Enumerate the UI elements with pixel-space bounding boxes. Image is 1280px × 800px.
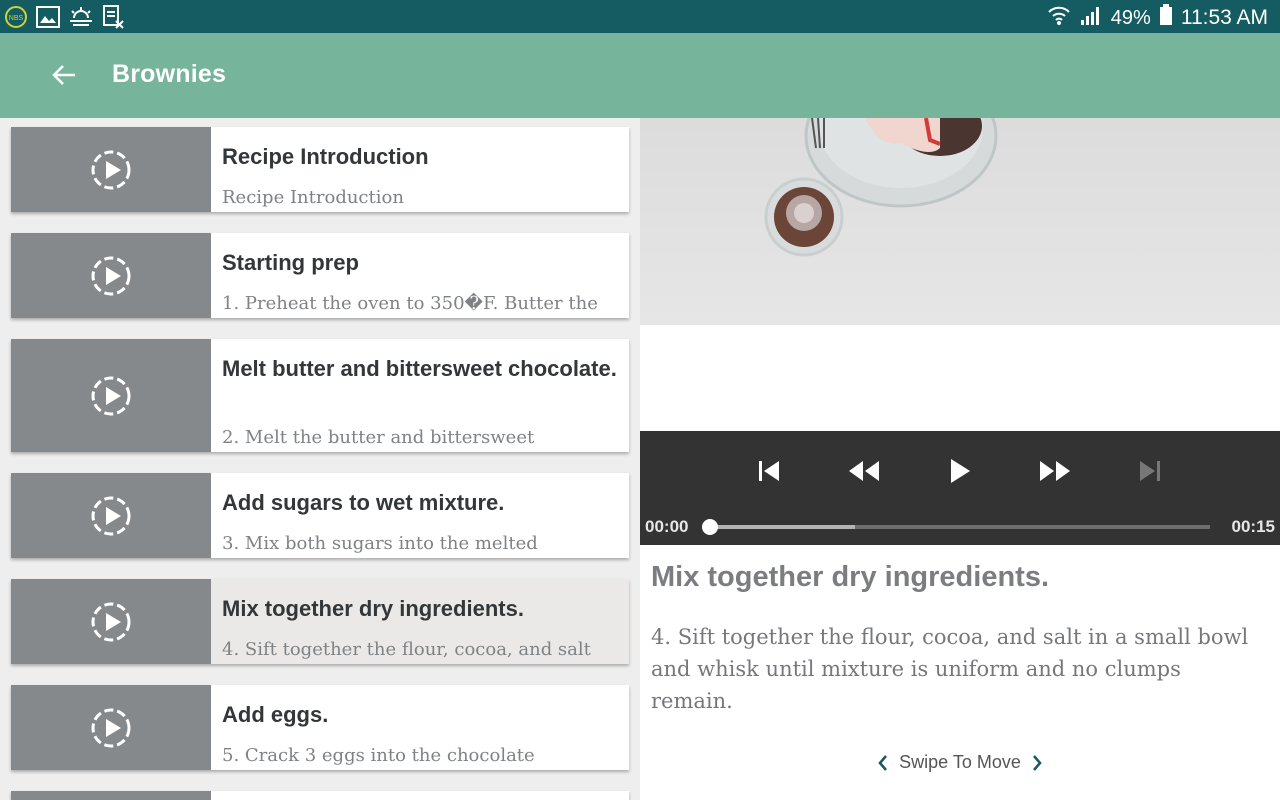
step-thumbnail (11, 339, 211, 452)
step-card[interactable]: Melt butter and bittersweet chocolate. 2… (11, 339, 629, 452)
step-title: Add eggs. (222, 702, 329, 727)
play-circle-icon (91, 602, 131, 641)
media-controller: 00:00 00:15 (640, 431, 1280, 545)
next-step-button[interactable] (1031, 754, 1043, 772)
step-description: 1. Preheat the oven to 350�F. Butter the (222, 293, 598, 314)
play-circle-icon (91, 256, 131, 295)
step-card[interactable]: Add sugars to wet mixture. 3. Mix both s… (11, 473, 629, 558)
skip-previous-button[interactable] (747, 453, 791, 489)
step-detail-pane: 00:00 00:15 Mix together dry ingredients… (640, 118, 1280, 800)
skip-next-icon (1140, 461, 1160, 481)
step-description: 4. Sift together the flour, cocoa, and s… (222, 639, 591, 660)
step-detail-title: Mix together dry ingredients. (651, 561, 1049, 593)
step-title: Add sugars to wet mixture. (222, 490, 505, 515)
swipe-label: Swipe To Move (899, 752, 1021, 772)
step-thumbnail (11, 473, 211, 558)
battery-percent: 49% (1110, 6, 1151, 29)
step-title: Starting prep (222, 250, 359, 275)
video-still-image (764, 118, 998, 257)
step-thumbnail (11, 579, 211, 664)
seek-bar[interactable] (702, 519, 1210, 535)
play-button[interactable] (938, 453, 982, 489)
play-circle-icon (91, 150, 131, 189)
skip-next-button[interactable] (1128, 453, 1172, 489)
step-title: Melt butter and bittersweet chocolate. (222, 356, 617, 381)
weather-icon (68, 6, 94, 32)
battery-icon (1159, 4, 1173, 32)
file-icon (102, 5, 124, 33)
duration: 00:15 (1231, 517, 1275, 536)
step-description: 2. Melt the butter and bittersweet (222, 427, 535, 448)
seek-buffered (710, 525, 855, 529)
page-title: Brownies (112, 60, 227, 88)
previous-step-button[interactable] (877, 754, 889, 772)
system-indicators: 49% 11:53 AM (1047, 4, 1268, 32)
skip-previous-icon (759, 461, 779, 481)
step-title: Mix together dry ingredients. (222, 596, 524, 621)
step-description: 5. Crack 3 eggs into the chocolate (222, 745, 535, 766)
signal-icon (1079, 4, 1103, 32)
rewind-button[interactable] (842, 453, 886, 489)
step-detail-description: 4. Sift together the flour, cocoa, and s… (651, 625, 1249, 713)
status-bar: NBS 49% 11:53 AM (0, 0, 1280, 33)
fast-forward-icon (1040, 461, 1070, 481)
svg-text:NBS: NBS (9, 15, 24, 22)
wifi-icon (1047, 4, 1071, 32)
chevron-left-icon (878, 754, 888, 771)
step-thumbnail (11, 685, 211, 770)
step-card[interactable] (11, 791, 629, 800)
play-circle-icon (91, 376, 131, 415)
step-card-selected[interactable]: Mix together dry ingredients. 4. Sift to… (11, 579, 629, 664)
step-card[interactable]: Starting prep 1. Preheat the oven to 350… (11, 233, 629, 318)
play-circle-icon (91, 496, 131, 535)
current-time: 00:00 (645, 517, 689, 536)
play-icon (951, 459, 970, 483)
step-description: 3. Mix both sugars into the melted (222, 533, 538, 554)
video-frame[interactable] (640, 118, 1280, 325)
step-card[interactable]: Add eggs. 5. Crack 3 eggs into the choco… (11, 685, 629, 770)
back-button[interactable] (46, 57, 82, 93)
notification-icons: NBS (4, 5, 124, 33)
seek-thumb[interactable] (702, 519, 718, 535)
play-circle-icon (91, 708, 131, 747)
clock: 11:53 AM (1180, 6, 1268, 29)
swipe-navigation: Swipe To Move (640, 752, 1280, 773)
step-title: Recipe Introduction (222, 144, 429, 169)
rewind-icon (849, 461, 879, 481)
app-bar: Brownies (0, 33, 1280, 118)
fast-forward-button[interactable] (1033, 453, 1077, 489)
step-thumbnail (11, 233, 211, 318)
step-thumbnail (11, 791, 211, 800)
gallery-icon (36, 6, 60, 32)
nbs-app-icon: NBS (4, 5, 28, 33)
step-card[interactable]: Recipe Introduction Recipe Introduction (11, 127, 629, 212)
step-description: Recipe Introduction (222, 187, 404, 208)
chevron-right-icon (1032, 754, 1042, 771)
arrow-back-icon (52, 65, 75, 85)
steps-list[interactable]: Recipe Introduction Recipe Introduction … (0, 118, 640, 800)
step-thumbnail (11, 127, 211, 212)
